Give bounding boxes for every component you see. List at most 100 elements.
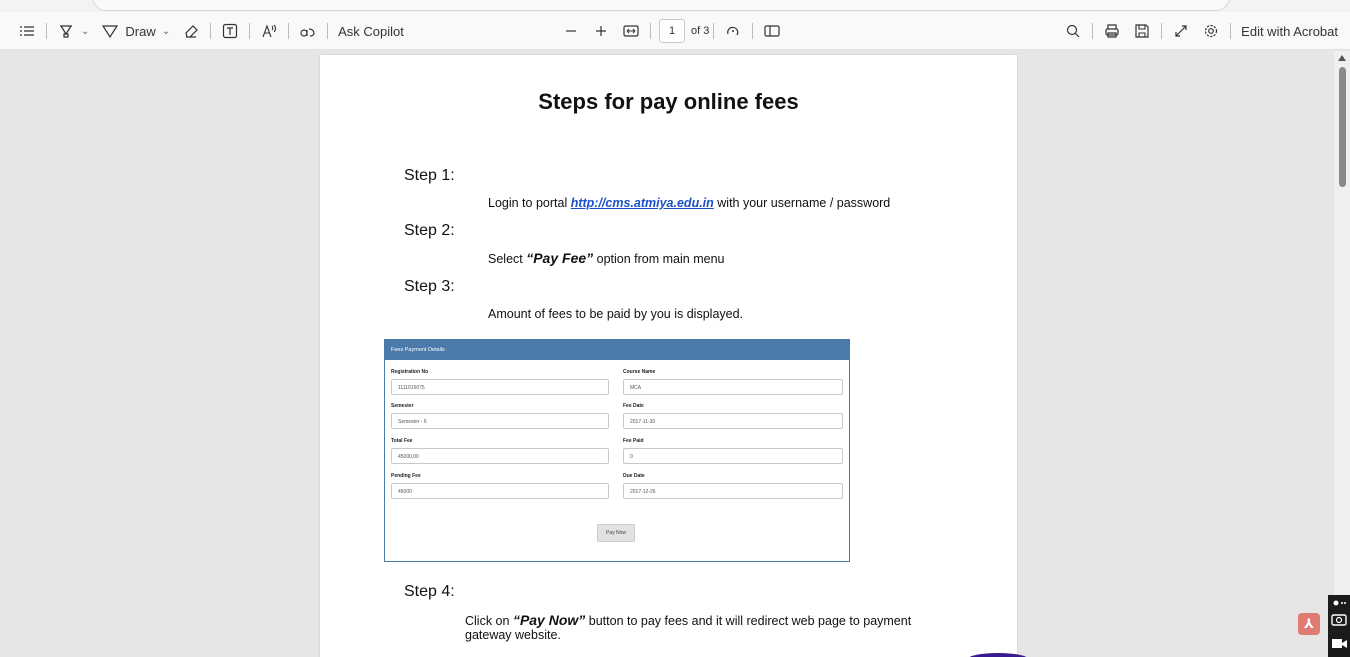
page-view-icon: [764, 25, 780, 37]
fee-date-field: 2017-11-30: [623, 413, 843, 429]
page-number-input[interactable]: 1: [659, 19, 685, 43]
page-view-button[interactable]: [757, 17, 787, 45]
save-icon: [1135, 24, 1149, 38]
page-title: Steps for pay online fees: [538, 89, 799, 114]
toolbar-separator: [650, 23, 651, 39]
page-count: of 3: [691, 25, 710, 37]
fee-paid-field: 0: [623, 448, 843, 464]
print-button[interactable]: [1097, 17, 1127, 45]
step-4-text-line2: gateway website.: [465, 628, 561, 642]
draw-label: Draw: [125, 23, 156, 39]
translate-icon: [300, 28, 315, 37]
step-4-prefix: Click on: [465, 614, 513, 628]
edit-with-acrobat-label: Edit with Acrobat: [1241, 23, 1338, 39]
toolbar-left-group: ⌄ Draw ⌄ Ask Copilot: [12, 12, 410, 50]
registration-no-field: 1111016075: [391, 379, 609, 395]
fullscreen-icon: [1175, 25, 1187, 37]
scroll-up-arrow-icon[interactable]: [1338, 55, 1346, 61]
highlight-button[interactable]: ⌄: [51, 17, 95, 45]
fees-payment-form-image: Fees Payment Details Registration No 111…: [384, 339, 850, 562]
step-1-label: Step 1:: [404, 167, 455, 184]
pay-fee-emphasis: “Pay Fee”: [526, 250, 594, 266]
search-button[interactable]: [1058, 17, 1088, 45]
capture-tools-strip[interactable]: [1328, 595, 1350, 657]
text-box-icon: [223, 23, 238, 39]
field-label: Due Date: [623, 473, 645, 479]
field-label: Semester: [391, 403, 414, 409]
toolbar-right-group: Edit with Acrobat: [1058, 12, 1344, 50]
form-header: Fees Payment Details: [385, 340, 849, 360]
toolbar-separator: [327, 23, 329, 39]
vertical-scrollbar[interactable]: [1334, 51, 1350, 657]
step-3-text: Amount of fees to be paid by you is disp…: [488, 307, 744, 321]
zoom-out-button[interactable]: [556, 17, 586, 45]
search-icon: [1067, 24, 1080, 38]
portal-link[interactable]: http://cms.atmiya.edu.in: [571, 196, 714, 210]
toolbar-separator: [288, 23, 290, 39]
zoom-in-icon: [596, 26, 606, 36]
ask-copilot-button[interactable]: Ask Copilot: [332, 17, 410, 45]
settings-button[interactable]: [1196, 17, 1226, 45]
document-viewer[interactable]: Steps for pay online fees Step 1: Login …: [0, 51, 1350, 657]
highlight-icon: [60, 25, 72, 38]
field-label: Course Name: [623, 369, 656, 375]
save-button[interactable]: [1127, 17, 1157, 45]
toolbar-separator: [1092, 23, 1094, 39]
draw-icon: [102, 25, 119, 39]
pay-now-button-image: Pay Now: [597, 524, 635, 542]
read-aloud-icon: [262, 24, 277, 38]
due-date-field: 2017-12-26: [623, 483, 843, 499]
field-label: Fee Paid: [623, 438, 644, 444]
fullscreen-button[interactable]: [1166, 17, 1196, 45]
translate-button[interactable]: [293, 17, 323, 45]
zoom-in-button[interactable]: [586, 17, 616, 45]
chevron-down-icon: ⌄: [161, 25, 171, 37]
field-label: Fee Date: [623, 403, 644, 409]
course-name-field: MCA: [623, 379, 843, 395]
acrobat-pdf-icon[interactable]: ⅄: [1298, 613, 1320, 635]
contents-icon: [20, 26, 34, 36]
field-label: Total Fee: [391, 438, 413, 444]
step-4-label: Step 4:: [404, 583, 455, 600]
toolbar-center-group: 1 of 3: [556, 12, 787, 50]
step-4-suffix: button to pay fees and it will redirect …: [585, 614, 912, 628]
scrollbar-thumb[interactable]: [1339, 67, 1346, 187]
toolbar-separator: [249, 23, 251, 39]
contents-button[interactable]: [12, 17, 42, 45]
pay-now-emphasis: “Pay Now”: [512, 612, 586, 628]
toolbar-separator: [713, 23, 715, 39]
step-1-suffix: with your username / password: [713, 196, 891, 210]
step-2-text: Select “Pay Fee” option from main menu: [488, 250, 724, 266]
pending-fee-field: 45000: [391, 483, 609, 499]
toolbar-separator: [752, 23, 754, 39]
fit-width-icon: [623, 25, 639, 37]
read-aloud-button[interactable]: [254, 17, 284, 45]
text-box-button[interactable]: [215, 17, 245, 45]
field-label: Pending Fee: [391, 473, 421, 479]
floating-widget-edge: [968, 653, 1028, 657]
total-fee-field: 45000.00: [391, 448, 609, 464]
erase-icon: [185, 25, 198, 38]
toolbar-separator: [46, 23, 47, 39]
window-top-edge: [0, 0, 1350, 12]
erase-button[interactable]: [176, 17, 206, 45]
rotate-button[interactable]: [718, 17, 748, 45]
semester-field: Semester - 6: [391, 413, 609, 429]
toolbar-separator: [1230, 23, 1232, 39]
zoom-out-icon: [566, 30, 576, 32]
fit-width-button[interactable]: [616, 17, 646, 45]
pdf-toolbar: ⌄ Draw ⌄ Ask Copilot 1 of 3 Edit with Ac…: [0, 12, 1350, 50]
settings-icon: [1205, 24, 1218, 38]
step-4-text: Click on “Pay Now” button to pay fees an…: [465, 612, 911, 628]
step-2-prefix: Select: [488, 252, 527, 266]
edit-with-acrobat-button[interactable]: Edit with Acrobat: [1235, 17, 1344, 45]
print-icon: [1105, 24, 1119, 38]
field-label: Registration No: [391, 369, 429, 375]
camera-icon: [1331, 600, 1347, 648]
rotate-icon: [727, 26, 739, 36]
toolbar-separator: [210, 23, 212, 39]
pdf-page: Steps for pay online fees Step 1: Login …: [320, 55, 1017, 657]
step-2-suffix: option from main menu: [593, 252, 725, 266]
draw-button[interactable]: Draw ⌄: [95, 17, 176, 45]
step-3-label: Step 3:: [404, 278, 455, 295]
